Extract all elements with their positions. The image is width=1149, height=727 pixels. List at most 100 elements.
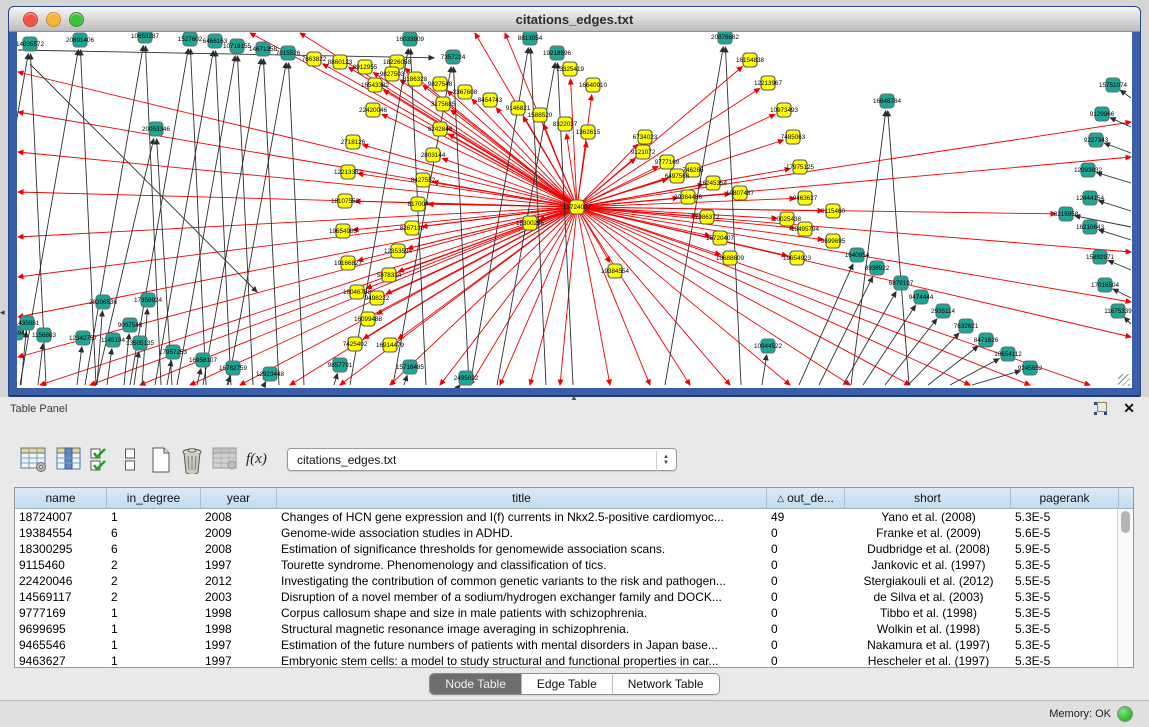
table-row[interactable]: 946554611997Estimation of the future num… xyxy=(15,637,1133,653)
table-row[interactable]: 1938455462009Genome-wide association stu… xyxy=(15,525,1133,541)
network-node[interactable]: 19166827 xyxy=(334,256,363,270)
table-row[interactable]: 1830029562008Estimation of significance … xyxy=(15,541,1133,557)
network-node[interactable]: 9097548 xyxy=(118,318,143,332)
tab-edge-table[interactable]: Edge Table xyxy=(522,674,613,694)
network-node[interactable]: 13325419 xyxy=(556,62,585,76)
scrollbar-thumb[interactable] xyxy=(1121,511,1130,533)
network-node[interactable]: 9115460 xyxy=(821,204,846,218)
column-header-short[interactable]: short xyxy=(845,488,1011,508)
network-node[interactable]: 2495022 xyxy=(454,371,479,385)
network-node[interactable]: 7632621 xyxy=(954,319,979,333)
network-node[interactable]: 19218596 xyxy=(543,46,572,60)
network-node[interactable]: 8860123 xyxy=(328,55,353,69)
select-functions-icon[interactable] xyxy=(90,447,112,473)
network-node[interactable]: 11675339 xyxy=(1104,304,1132,318)
column-header-name[interactable]: name xyxy=(15,488,107,508)
column-header-year[interactable]: year xyxy=(201,488,277,508)
network-node[interactable]: 20891406 xyxy=(66,33,95,47)
table-row[interactable]: 911546021997Tourette syndrome. Phenomeno… xyxy=(15,557,1133,573)
network-node[interactable]: 8813054 xyxy=(518,32,543,45)
toggle-rows-icon[interactable] xyxy=(124,447,136,473)
canvas-resize-grip[interactable] xyxy=(1118,374,1130,386)
memory-status-indicator[interactable] xyxy=(1117,706,1133,722)
network-node[interactable]: 10025438 xyxy=(773,212,802,226)
network-node[interactable]: 1362615 xyxy=(576,125,601,139)
network-node[interactable]: 13505135 xyxy=(126,336,155,350)
network-node[interactable]: 9777169 xyxy=(655,155,680,169)
network-node[interactable]: 18107552 xyxy=(331,194,360,208)
network-window-titlebar[interactable]: citations_edges.txt xyxy=(9,7,1140,32)
table-row[interactable]: 969969511998Structural magnetic resonanc… xyxy=(15,621,1133,637)
network-node[interactable]: 8215958 xyxy=(1054,207,1079,221)
network-node[interactable]: 19654923 xyxy=(783,251,812,265)
network-node[interactable]: 1640954 xyxy=(845,248,870,262)
network-node[interactable]: 3175685 xyxy=(431,97,456,111)
table-settings-icon[interactable] xyxy=(20,447,48,473)
network-node[interactable]: 1588520 xyxy=(528,108,553,122)
new-table-icon[interactable] xyxy=(150,447,172,473)
network-node[interactable]: 15716485 xyxy=(396,360,425,374)
network-node[interactable]: 15892971 xyxy=(1086,250,1115,264)
network-node[interactable]: 16033809 xyxy=(396,32,425,46)
network-node[interactable]: 9474444 xyxy=(909,290,934,304)
network-node[interactable]: 9463627 xyxy=(793,191,818,205)
network-node[interactable]: 8322037 xyxy=(553,117,578,131)
network-node[interactable]: 10807487 xyxy=(726,186,755,200)
network-node[interactable]: 12353594 xyxy=(384,244,413,258)
network-node[interactable]: 9129966 xyxy=(1090,107,1115,121)
network-node[interactable]: 16210643 xyxy=(1076,220,1105,234)
network-node[interactable]: 16099488 xyxy=(354,312,383,326)
table-row[interactable]: 2242004622012Investigating the contribut… xyxy=(15,573,1133,589)
network-node[interactable]: 16640910 xyxy=(579,78,608,92)
network-node[interactable]: 2935114 xyxy=(931,304,956,318)
network-node[interactable]: 17359924 xyxy=(134,293,163,307)
network-node[interactable]: 9227343 xyxy=(1084,133,1109,147)
close-panel-icon[interactable]: ✕ xyxy=(1123,400,1135,417)
tab-node-table[interactable]: Node Table xyxy=(430,674,522,694)
network-node[interactable]: 2803144 xyxy=(421,148,446,162)
network-node[interactable]: 17975125 xyxy=(786,160,815,174)
network-node[interactable]: 15751074 xyxy=(1099,78,1128,92)
network-node[interactable]: 7485063 xyxy=(781,130,806,144)
network-node[interactable]: 1145194 xyxy=(101,333,126,347)
network-node[interactable]: 7357224 xyxy=(441,50,466,64)
network-node[interactable]: 1435061 xyxy=(17,316,40,330)
network-graph[interactable]: 1872400767340239121072977716974626664975… xyxy=(17,32,1132,388)
network-node[interactable]: 2718126 xyxy=(341,135,366,149)
network-node[interactable]: 14035572 xyxy=(17,37,44,51)
show-columns-icon[interactable] xyxy=(56,447,82,471)
network-node[interactable]: 12213382 xyxy=(334,165,363,179)
network-node[interactable]: 817004 xyxy=(407,197,429,211)
table-vertical-scrollbar[interactable] xyxy=(1117,509,1133,667)
network-node[interactable]: 9857791 xyxy=(328,358,353,372)
network-node[interactable]: 10653287 xyxy=(131,32,160,43)
network-node[interactable]: 20206536 xyxy=(89,295,118,309)
network-node[interactable]: 18495794 xyxy=(791,222,820,236)
network-node[interactable]: 20876682 xyxy=(711,32,740,44)
network-node[interactable]: 2367608 xyxy=(453,85,478,99)
network-node[interactable]: 9699695 xyxy=(821,234,846,248)
network-node[interactable]: 9121072 xyxy=(631,145,656,159)
network-node[interactable]: 17957253 xyxy=(159,345,188,359)
delete-attribute-icon[interactable] xyxy=(180,447,204,474)
table-row[interactable]: 1872400712008Changes of HCN gene express… xyxy=(15,509,1133,525)
network-node[interactable]: 12444154 xyxy=(1076,191,1105,205)
column-header-in_degree[interactable]: in_degree xyxy=(107,488,201,508)
network-table-select[interactable]: citations_edges.txt ▲▼ xyxy=(287,448,677,471)
column-header-pagerank[interactable]: pagerank xyxy=(1011,488,1119,508)
network-node[interactable]: 8454743 xyxy=(478,93,503,107)
network-node[interactable]: 12213967 xyxy=(754,76,783,90)
network-node[interactable]: 19654983 xyxy=(329,224,358,238)
table-row[interactable]: 1456911722003Disruption of a novel membe… xyxy=(15,589,1133,605)
column-header-title[interactable]: title xyxy=(277,488,767,508)
table-row[interactable]: 977716911998Corpus callosum shape and si… xyxy=(15,605,1133,621)
network-node[interactable]: 16648784 xyxy=(873,94,902,108)
network-node[interactable]: 6879197 xyxy=(889,276,914,290)
network-node[interactable]: 9245652 xyxy=(1018,361,1043,375)
tab-network-table[interactable]: Network Table xyxy=(613,674,719,694)
network-node[interactable]: 16782759 xyxy=(219,361,248,375)
network-node[interactable]: 8471626 xyxy=(974,333,999,347)
float-panel-icon[interactable] xyxy=(1094,402,1107,415)
panel-collapse-arrow[interactable]: ◂ xyxy=(0,308,5,317)
network-node[interactable]: 1156863 xyxy=(32,328,57,342)
